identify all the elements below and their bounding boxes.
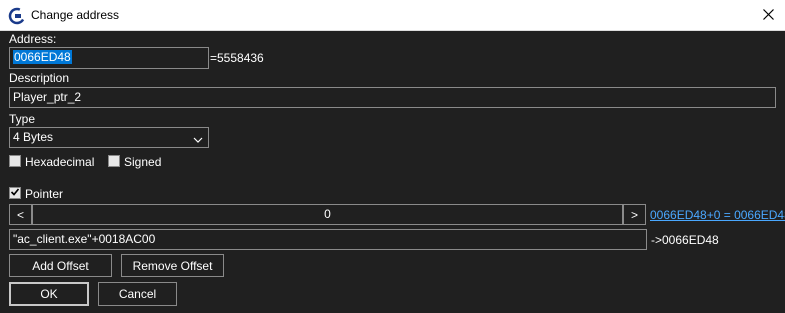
- address-value: 0066ED48: [13, 50, 72, 64]
- cancel-button[interactable]: Cancel: [98, 282, 177, 306]
- base-address-value: "ac_client.exe"+0018AC00: [13, 232, 156, 246]
- hexadecimal-checkbox[interactable]: [9, 155, 21, 167]
- pointer-checkbox[interactable]: [9, 187, 21, 199]
- type-select[interactable]: 4 Bytes: [9, 127, 209, 148]
- remove-offset-button[interactable]: Remove Offset: [121, 254, 224, 277]
- signed-label: Signed: [124, 155, 162, 169]
- description-label: Description: [9, 71, 70, 85]
- offset-input[interactable]: 0: [32, 204, 623, 225]
- base-address-input[interactable]: "ac_client.exe"+0018AC00: [9, 229, 647, 250]
- offset-prev-button[interactable]: <: [9, 204, 32, 225]
- ok-button[interactable]: OK: [9, 282, 89, 306]
- pointer-label: Pointer: [25, 187, 64, 201]
- offset-result-link[interactable]: 0066ED48+0 = 0066ED48: [650, 208, 785, 222]
- close-icon: [763, 8, 774, 23]
- description-input[interactable]: Player_ptr_2: [9, 87, 776, 108]
- address-label: Address:: [9, 32, 57, 46]
- type-selected-value: 4 Bytes: [13, 130, 54, 144]
- offset-next-button[interactable]: >: [623, 204, 646, 225]
- window-title: Change address: [31, 8, 120, 22]
- address-decimal: =5558436: [210, 51, 264, 65]
- signed-checkbox[interactable]: [108, 155, 120, 167]
- base-address-result: ->0066ED48: [651, 233, 719, 247]
- description-value: Player_ptr_2: [13, 90, 82, 104]
- chevron-down-icon: [193, 132, 203, 147]
- checkmark-icon: [10, 186, 20, 200]
- type-label: Type: [9, 112, 36, 126]
- cheat-engine-icon: [8, 7, 26, 25]
- address-input[interactable]: 0066ED48: [9, 47, 209, 69]
- close-button[interactable]: [752, 0, 785, 31]
- offset-value: 0: [324, 207, 331, 221]
- add-offset-button[interactable]: Add Offset: [9, 254, 112, 277]
- hexadecimal-label: Hexadecimal: [25, 155, 95, 169]
